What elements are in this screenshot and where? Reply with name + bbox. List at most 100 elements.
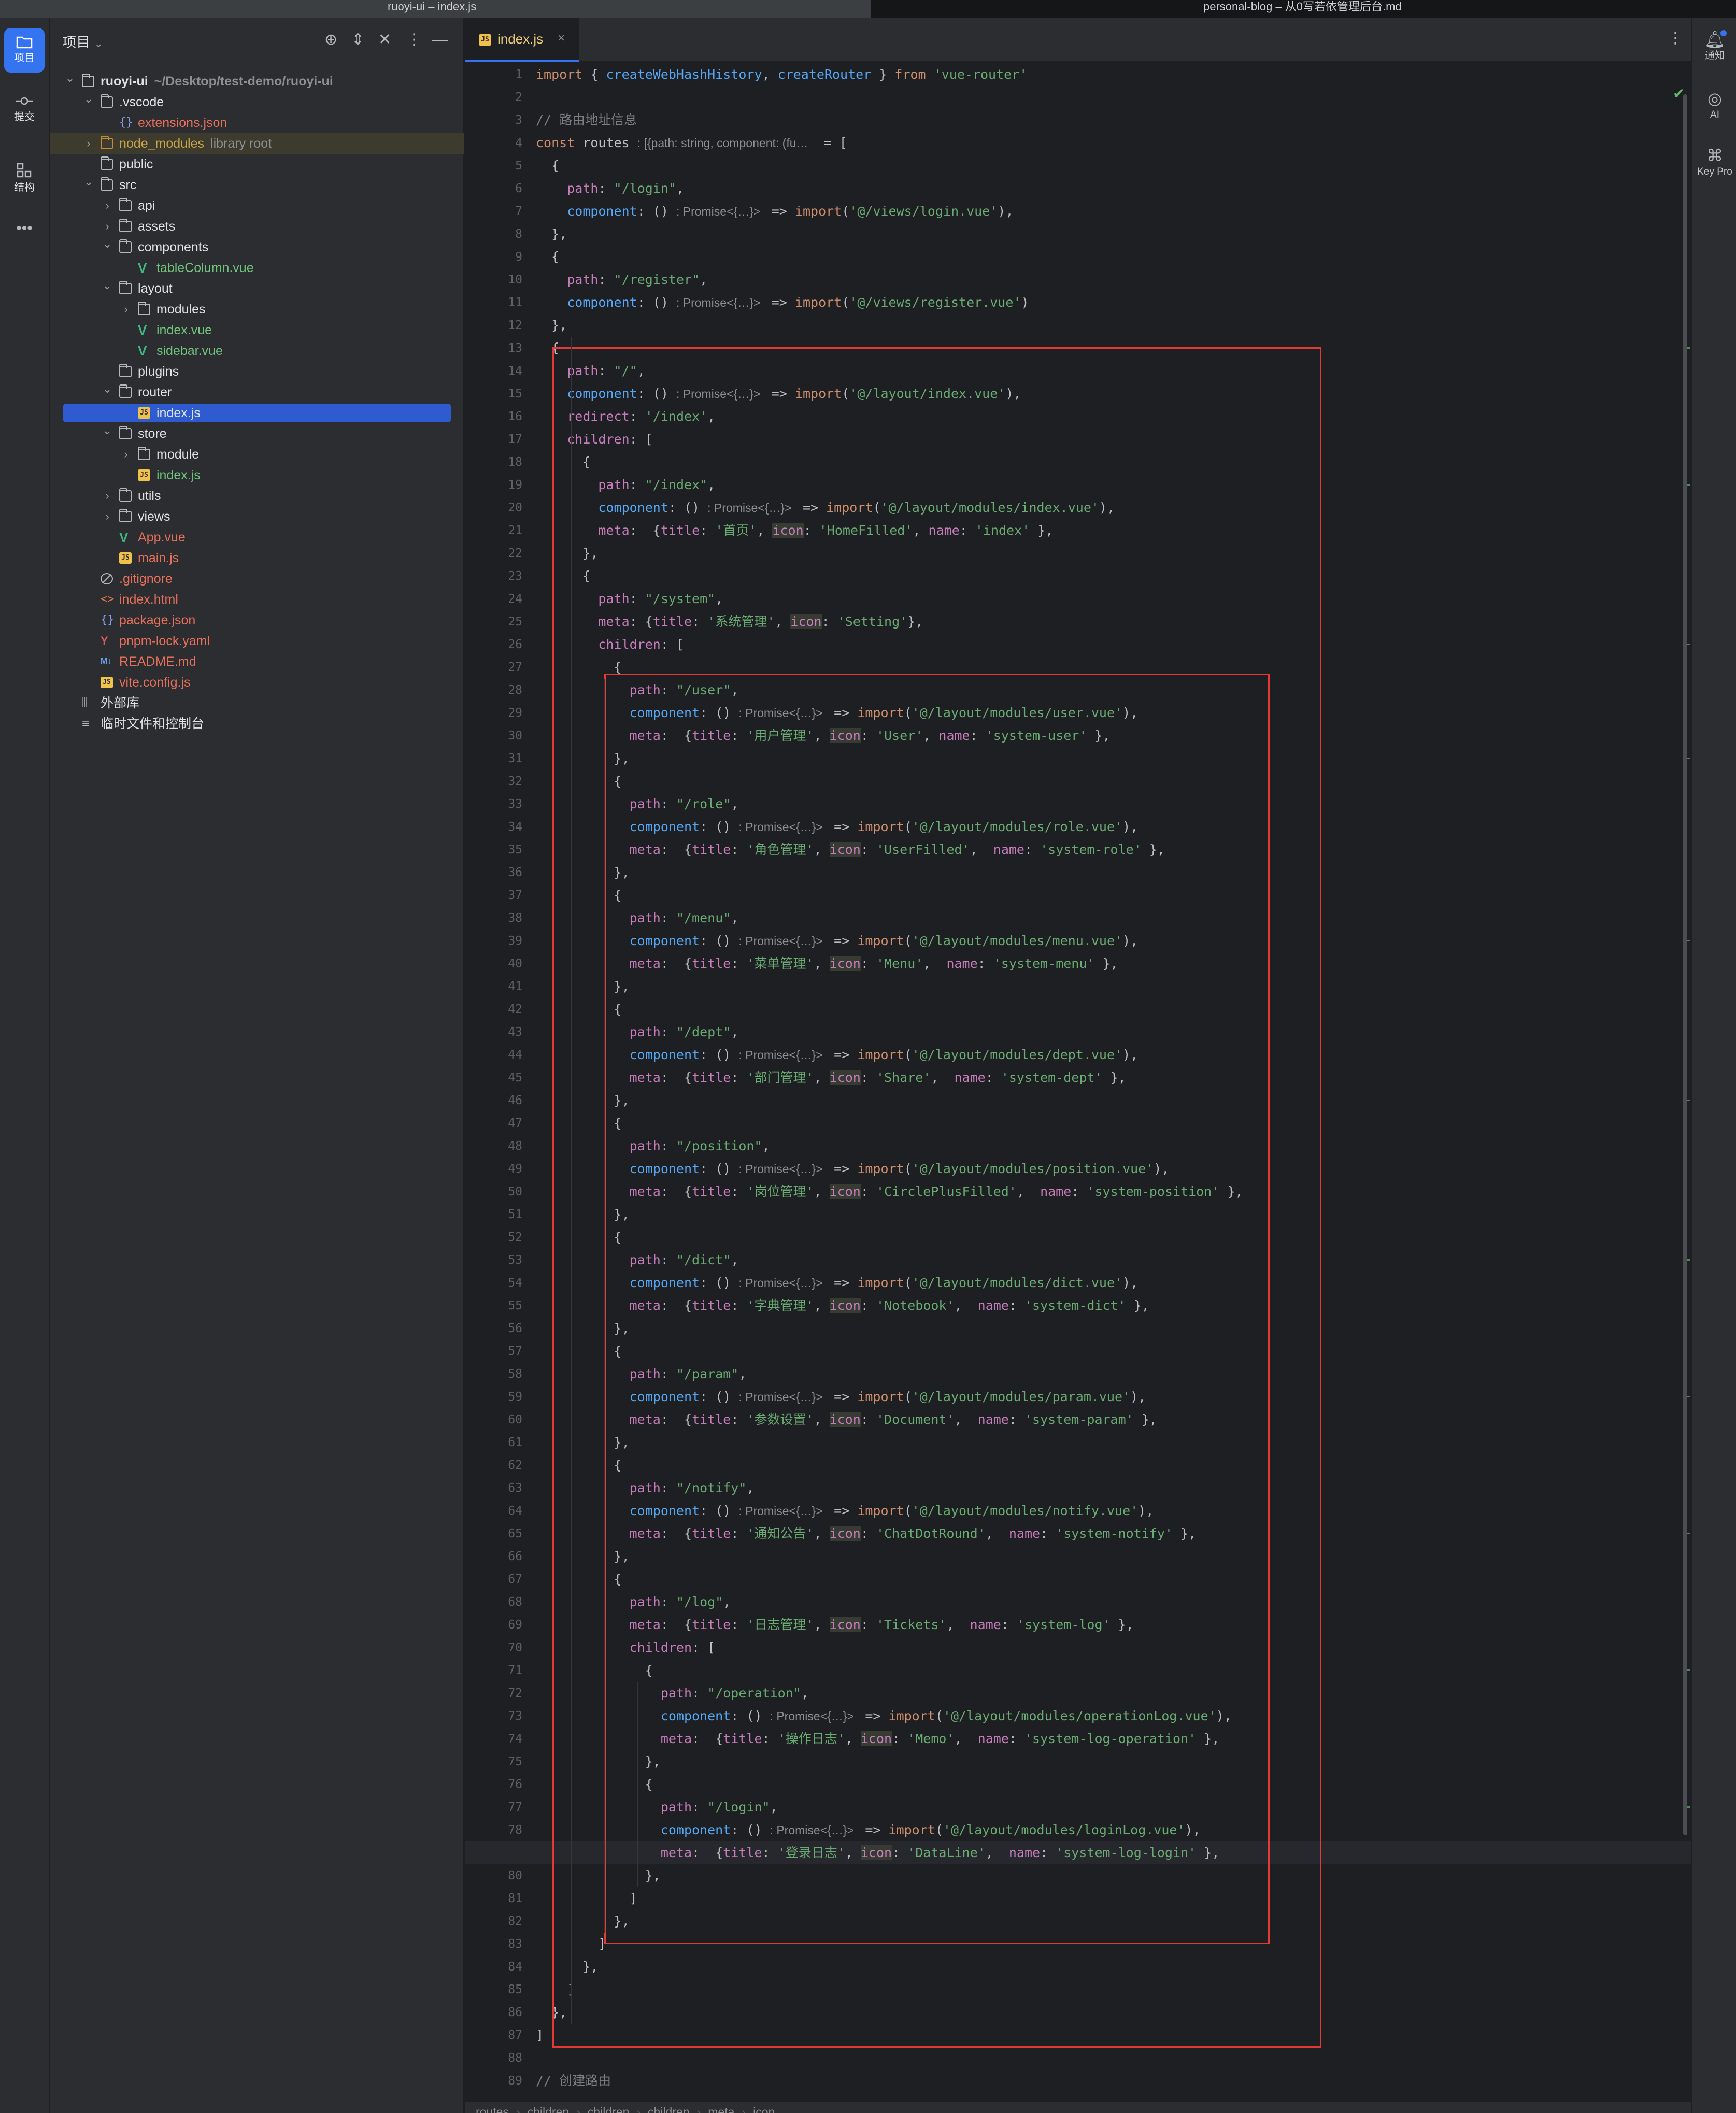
code-line[interactable]: }, (536, 1864, 1650, 1887)
code-content[interactable]: import { createWebHashHistory, createRou… (465, 63, 1691, 2092)
code-line[interactable]: }, (536, 1203, 1650, 1226)
code-line[interactable]: meta: {title: '通知公告', icon: 'ChatDotRoun… (536, 1522, 1650, 1545)
code-line[interactable]: { (536, 770, 1650, 793)
tree-item[interactable]: JS index.js (50, 465, 464, 486)
tree-item[interactable]: JS vite.config.js (50, 672, 464, 693)
code-line[interactable]: path: "/operation", (536, 1682, 1650, 1705)
chevron-down-icon[interactable]: ⌄ (82, 89, 95, 109)
tree-item[interactable]: ⌄ components (50, 237, 464, 258)
chevron-right-icon[interactable]: › (101, 195, 114, 216)
minimize-icon[interactable]: — (432, 31, 448, 49)
chevron-down-icon[interactable]: ⌄ (82, 172, 95, 192)
code-line[interactable] (536, 86, 1650, 109)
breadcrumb-item[interactable]: children (648, 2105, 690, 2113)
options-icon[interactable]: ⋮ (406, 31, 422, 49)
code-line[interactable]: { (536, 656, 1650, 679)
tree-item[interactable]: › module (50, 444, 464, 465)
tree-item[interactable]: Vindex.vue (50, 320, 464, 340)
chevron-right-icon[interactable]: › (119, 299, 133, 320)
tree-item[interactable]: ⌄ router (50, 382, 464, 403)
chevron-right-icon[interactable]: › (101, 486, 114, 506)
activity-commit-button[interactable]: 提交 (4, 87, 45, 132)
code-line[interactable]: meta: {title: '菜单管理', icon: 'Menu', name… (536, 952, 1650, 975)
code-line[interactable]: children: [ (536, 428, 1650, 451)
code-line[interactable]: }, (536, 1750, 1650, 1773)
code-line[interactable]: import { createWebHashHistory, createRou… (536, 63, 1650, 86)
code-line[interactable]: component: () : Promise<{…}> => import('… (536, 1705, 1650, 1727)
close-icon[interactable]: × (558, 31, 565, 46)
code-line[interactable]: path: "/user", (536, 679, 1650, 702)
activity-structure-button[interactable]: 结构 (4, 155, 45, 200)
code-line[interactable]: path: "/menu", (536, 907, 1650, 930)
code-line[interactable]: meta: {title: '登录日志', icon: 'DataLine', … (465, 1841, 1691, 1864)
code-line[interactable]: path: "/dict", (536, 1249, 1650, 1272)
code-editor[interactable]: 1 2 3 4 5 6 7 8 9 10 11 12 13 14 15 16 17 18 19 20 21 22 23 24 2… (465, 63, 1691, 2113)
code-line[interactable]: }, (536, 975, 1650, 998)
chevron-down-icon[interactable]: ⌄ (101, 234, 114, 254)
code-line[interactable]: }, (536, 861, 1650, 884)
tree-item[interactable]: ⌄ src (50, 175, 464, 195)
code-line[interactable]: }, (536, 314, 1650, 337)
tree-item[interactable]: ⌄ .vscode (50, 92, 464, 112)
key-promoter-button[interactable]: ⌘ Key Pro (1692, 145, 1736, 178)
code-line[interactable]: ] (536, 2024, 1650, 2047)
notifications-button[interactable]: 🔔︎ 通知 (1692, 29, 1736, 62)
locate-icon[interactable]: ⊕ (324, 31, 337, 49)
tree-item[interactable]: public (50, 154, 464, 175)
tab-index-js[interactable]: JS index.js × (465, 18, 579, 62)
code-line[interactable]: }, (536, 747, 1650, 770)
chevron-right-icon[interactable]: › (82, 133, 95, 154)
code-line[interactable]: meta: {title: '字典管理', icon: 'Notebook', … (536, 1294, 1650, 1317)
tree-item[interactable]: Vsidebar.vue (50, 340, 464, 361)
code-line[interactable]: ] (536, 1978, 1650, 2001)
code-line[interactable]: }, (536, 2001, 1650, 2024)
code-line[interactable]: path: "/system", (536, 588, 1650, 610)
activity-more-button[interactable]: ••• (4, 216, 45, 241)
tree-item[interactable]: › utils (50, 486, 464, 506)
tree-item[interactable]: ⫴ 外部库 (50, 693, 464, 713)
tree-item[interactable]: › api (50, 195, 464, 216)
code-line[interactable]: path: "/position", (536, 1135, 1650, 1158)
tree-item[interactable]: › modules (50, 299, 464, 320)
tree-item[interactable]: ⌄ layout (50, 278, 464, 299)
chevron-down-icon[interactable]: ⌄ (63, 68, 77, 89)
code-line[interactable]: component: () : Promise<{…}> => import('… (536, 1158, 1650, 1180)
tree-item[interactable]: M↓ README.md (50, 651, 464, 672)
tree-item[interactable]: .gitignore (50, 568, 464, 589)
code-line[interactable]: meta: {title: '首页', icon: 'HomeFilled', … (536, 519, 1650, 542)
tree-item[interactable]: V App.vue (50, 527, 464, 548)
code-line[interactable]: children: [ (536, 1636, 1650, 1659)
code-line[interactable]: meta: {title: '操作日志', icon: 'Memo', name… (536, 1727, 1650, 1750)
code-line[interactable]: meta: {title: '用户管理', icon: 'User', name… (536, 724, 1650, 747)
code-line[interactable]: }, (536, 1431, 1650, 1454)
project-view-selector[interactable]: 项目 ⌄ (62, 31, 103, 51)
code-line[interactable]: { (536, 565, 1650, 588)
code-line[interactable]: { (536, 246, 1650, 268)
editor-scrollbar[interactable] (1683, 94, 1687, 1835)
code-line[interactable]: component: () : Promise<{…}> => import('… (536, 200, 1650, 223)
breadcrumb-item[interactable]: children (528, 2105, 570, 2113)
ai-assistant-button[interactable]: ◎ AI (1692, 88, 1736, 121)
code-line[interactable]: meta: {title: '岗位管理', icon: 'CirclePlusF… (536, 1180, 1650, 1203)
code-line[interactable]: { (536, 1226, 1650, 1249)
code-line[interactable]: path: "/notify", (536, 1477, 1650, 1500)
code-line[interactable]: { (536, 884, 1650, 907)
code-line[interactable]: const routes : [{path: string, component… (536, 132, 1650, 154)
code-line[interactable]: }, (536, 1545, 1650, 1568)
code-line[interactable]: component: () : Promise<{…}> => import('… (536, 1819, 1650, 1841)
code-line[interactable]: children: [ (536, 633, 1650, 656)
breadcrumb-item[interactable]: children (588, 2105, 630, 2113)
code-line[interactable]: meta: {title: '参数设置', icon: 'Document', … (536, 1408, 1650, 1431)
tree-item[interactable]: JS main.js (50, 548, 464, 568)
code-line[interactable]: { (536, 1454, 1650, 1477)
code-line[interactable]: { (536, 1659, 1650, 1682)
chevron-right-icon[interactable]: › (101, 506, 114, 527)
tree-item[interactable]: › node_modules library root (50, 133, 464, 154)
tree-item[interactable]: ⌄ ruoyi-ui ~/Desktop/test-demo/ruoyi-ui (50, 71, 464, 92)
code-line[interactable]: redirect: '/index', (536, 405, 1650, 428)
expand-collapse-icon[interactable]: ⇕ (351, 31, 364, 49)
code-line[interactable]: component: () : Promise<{…}> => import('… (536, 1272, 1650, 1294)
code-line[interactable]: meta: {title: '角色管理', icon: 'UserFilled'… (536, 838, 1650, 861)
breadcrumb-item[interactable]: routes (476, 2105, 509, 2113)
code-line[interactable]: // 路由地址信息 (536, 109, 1650, 132)
